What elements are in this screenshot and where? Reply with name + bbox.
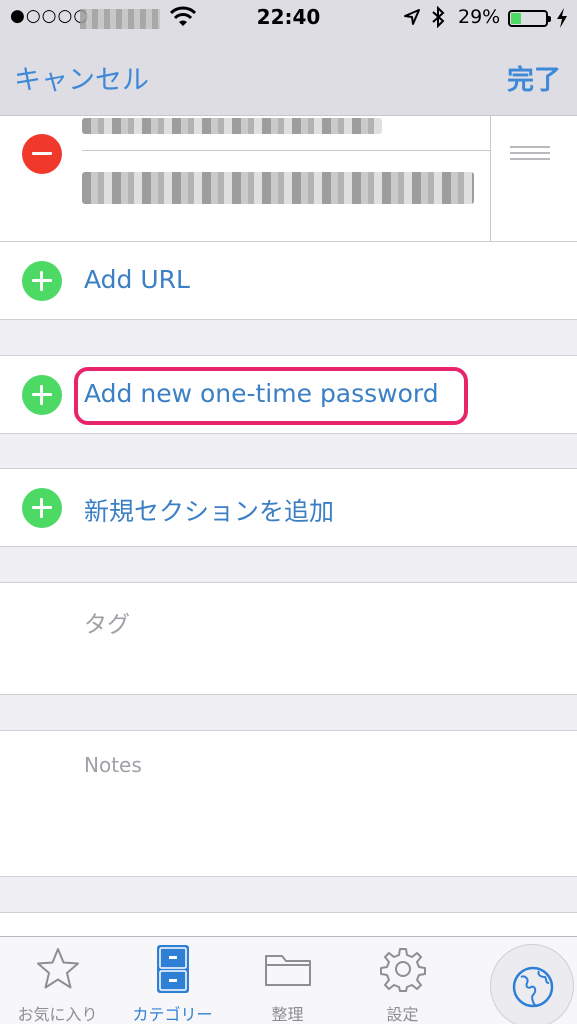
globe-icon — [512, 966, 554, 1008]
divider — [0, 433, 577, 434]
notes-label: Notes — [84, 753, 142, 777]
top-bar: ●○○○○ 22:40 29% キャンセル 完了 — [0, 0, 577, 116]
bluetooth-icon — [432, 6, 445, 28]
divider — [0, 546, 577, 547]
delete-url-button[interactable] — [22, 134, 62, 174]
add-section-icon[interactable] — [22, 488, 62, 528]
tab-favorites-label: お気に入り — [17, 1005, 98, 1024]
folder-icon — [265, 955, 311, 986]
url-entry-row — [0, 116, 577, 241]
url-label-redacted — [82, 118, 382, 134]
tab-categories[interactable]: カテゴリー — [115, 937, 230, 1024]
tab-organize-label: 整理 — [271, 1005, 304, 1024]
add-section-label[interactable]: 新規セクションを追加 — [84, 492, 334, 528]
divider — [0, 694, 577, 695]
next-section-row — [0, 913, 577, 936]
divider — [0, 319, 577, 320]
tab-settings-label: 設定 — [386, 1005, 419, 1024]
gear-icon — [380, 948, 426, 992]
tab-organize[interactable]: 整理 — [230, 937, 345, 1024]
cancel-button[interactable]: キャンセル — [14, 58, 149, 97]
add-url-icon[interactable] — [22, 261, 62, 301]
divider — [0, 876, 577, 877]
add-otp-icon[interactable] — [22, 375, 62, 415]
add-url-label[interactable]: Add URL — [84, 265, 190, 294]
highlight-annotation — [74, 367, 468, 425]
done-button[interactable]: 完了 — [507, 58, 561, 97]
status-bar: ●○○○○ 22:40 29% — [0, 0, 577, 36]
charging-bolt-icon — [557, 8, 567, 28]
divider — [490, 116, 491, 241]
battery-percentage: 29% — [458, 6, 501, 28]
tab-favorites[interactable]: お気に入り — [0, 937, 115, 1024]
tags-field[interactable]: タグ — [0, 583, 577, 694]
battery-icon — [508, 10, 551, 27]
location-arrow-icon — [404, 9, 420, 25]
url-value-redacted[interactable] — [82, 172, 474, 204]
add-url-row[interactable]: Add URL — [0, 242, 577, 319]
reorder-handle-icon[interactable] — [510, 146, 550, 160]
file-cabinet-icon — [157, 945, 189, 993]
notes-field[interactable]: Notes — [0, 731, 577, 876]
tab-categories-label: カテゴリー — [132, 1005, 213, 1024]
add-section-row[interactable]: 新規セクションを追加 — [0, 469, 577, 546]
tab-settings[interactable]: 設定 — [345, 937, 460, 1024]
browser-button[interactable] — [490, 944, 574, 1024]
star-icon — [37, 948, 79, 989]
tags-label: タグ — [84, 612, 130, 638]
divider — [82, 150, 490, 151]
